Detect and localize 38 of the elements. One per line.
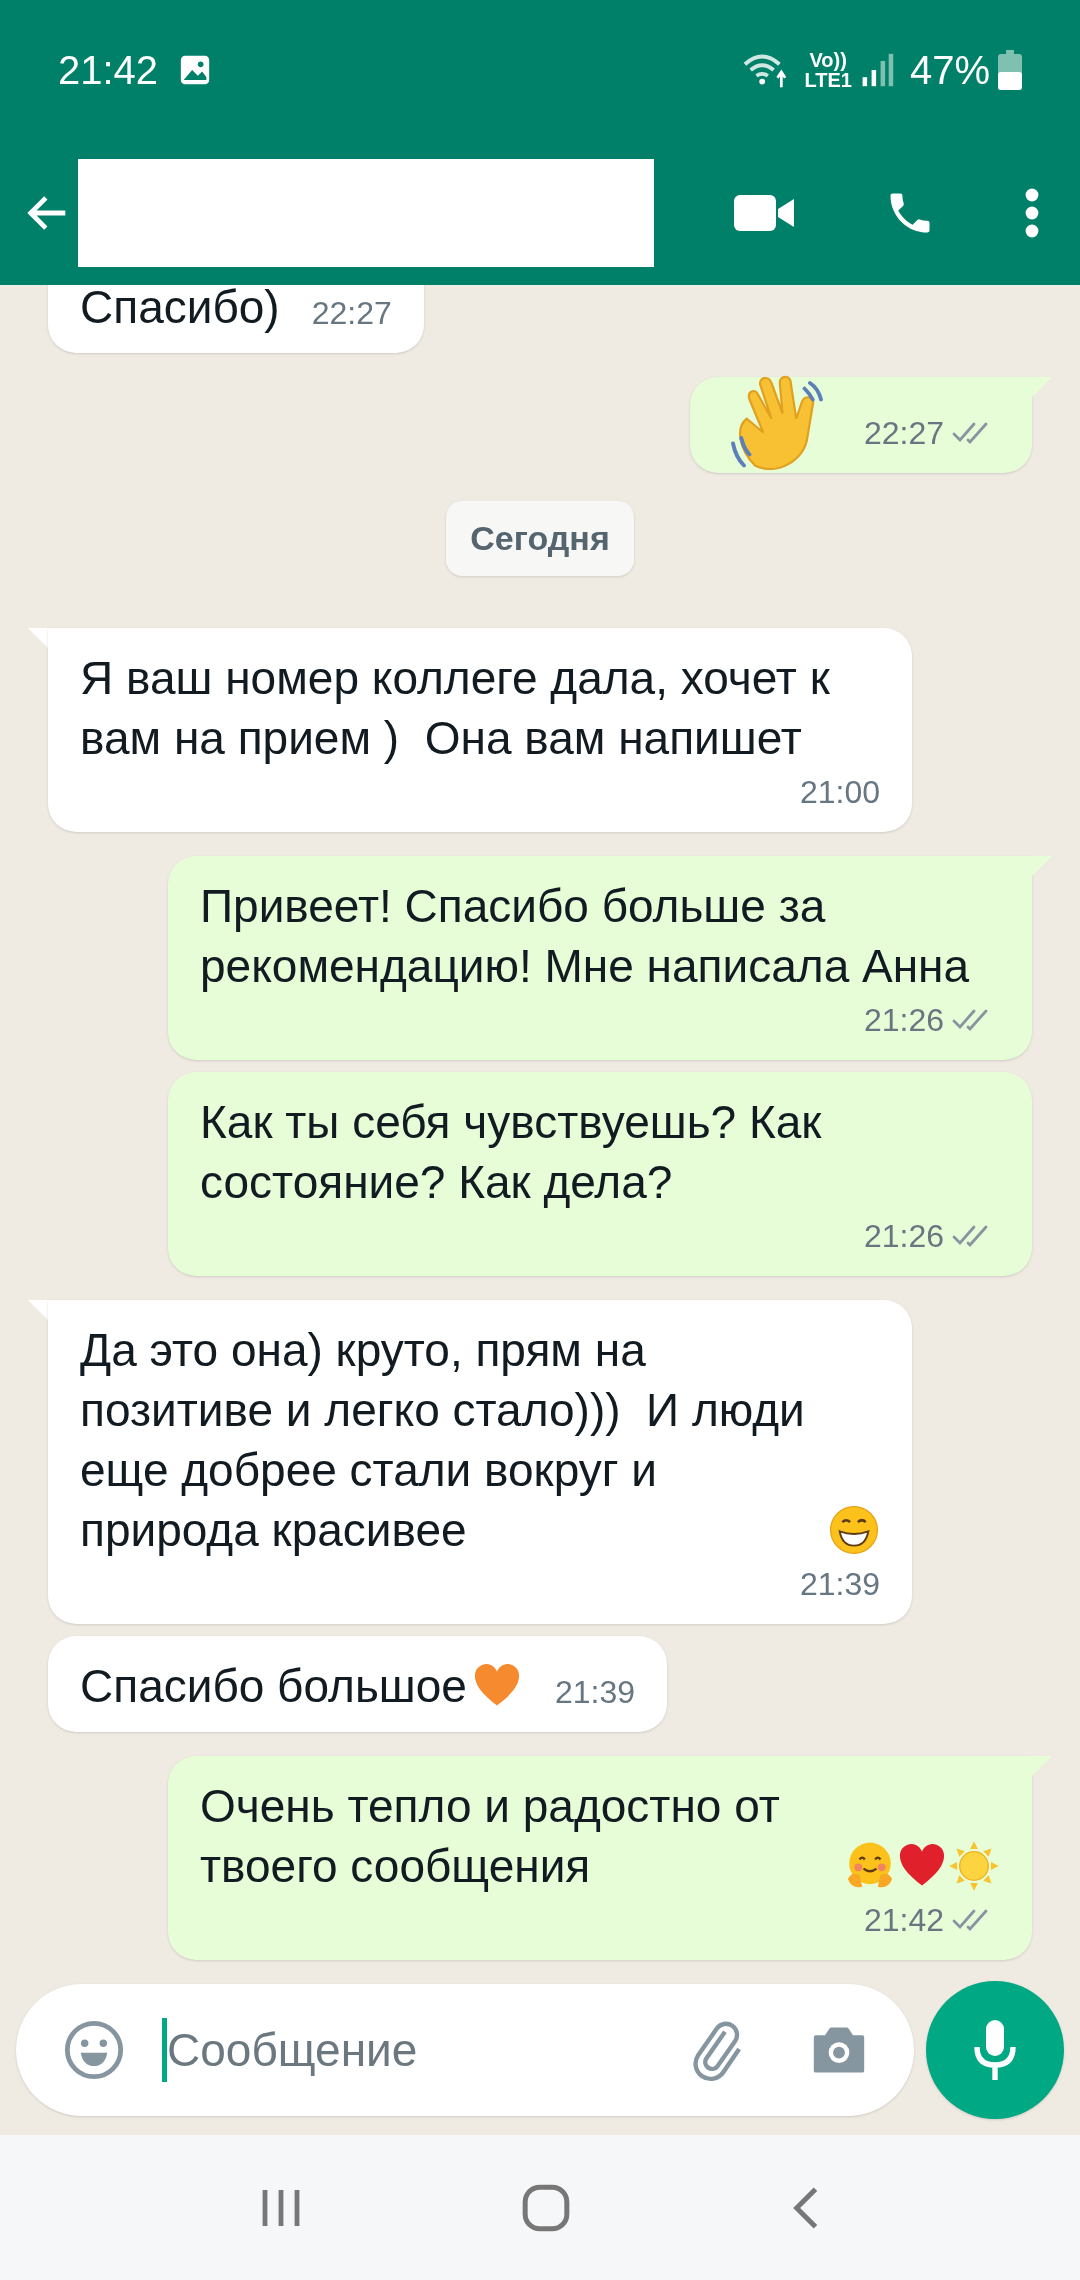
more-options-icon[interactable] [1024,186,1040,239]
message-text: Да это она) круто, прям на позитиве и легко стало))) И люди еще добрее стали вокруг и природа красивее [80,1323,806,1558]
date-chip: Сегодня [446,501,634,576]
message-time: 21:42 [863,1901,944,1940]
incoming-message-bubble[interactable]: Да это она) круто, прям на позитиве и легко стало))) И люди еще добрее стали вокруг и природа красивее 21:39 [48,1300,912,1624]
incoming-message-bubble[interactable]: Спасибо большое 21:39 [48,1636,667,1732]
message-time: 21:26 [863,1217,944,1256]
outgoing-message-bubble[interactable]: Как ты себя чувствуешь? Как состояние? Как дела? 21:26 [168,1072,1032,1276]
video-call-icon[interactable] [734,192,796,233]
message-time: 21:26 [863,1001,944,1040]
battery-icon [998,50,1022,90]
incoming-message-bubble[interactable]: Спасибо) 22:27 [48,285,424,353]
outgoing-message-bubble[interactable]: Привеет! Спасибо больше за рекомендацию! Мне написала Анна 21:26 [168,856,1032,1060]
message-text: Привеет! Спасибо больше за рекомендацию! Мне написала Анна [200,879,971,994]
message-time: 22:27 [863,414,944,453]
message-time: 21:39 [554,1673,635,1712]
sun-icon [948,1840,1000,1892]
volte-label: Vo)) [809,50,847,70]
message-text: Очень тепло и радостно от твоего сообщения [200,1779,781,1894]
lte-label: LTE1 [804,70,852,90]
message-time: 21:00 [799,773,880,812]
message-text: Я ваш номер коллеге дала, хочет к вам на прием ) Она вам напишет [80,651,831,766]
outgoing-message-bubble[interactable]: 22:27 [689,377,1032,473]
grinning-face-icon [828,1504,880,1556]
message-text: Как ты себя чувствуешь? Как состояние? Как дела? [200,1095,823,1210]
emoji-icon[interactable] [62,2018,126,2082]
microphone-icon [971,2017,1019,2083]
home-icon[interactable] [521,2182,571,2233]
message-input[interactable]: Сообщение [167,2015,684,2085]
message-time: 21:39 [799,1565,880,1604]
clock-text: 21:42 [58,47,159,94]
battery-percent: 47% [909,47,990,94]
message-time: 22:27 [311,294,392,333]
message-text: Спасибо большое [80,1659,467,1714]
outgoing-message-bubble[interactable]: Очень тепло и радостно от твоего сообщения 21:42 [168,1756,1032,1960]
incoming-message-bubble[interactable]: Я ваш номер коллеге дала, хочет к вам на прием ) Она вам напишет 21:00 [48,628,912,832]
message-input-field[interactable]: Сообщение [16,1984,914,2116]
message-text: Спасибо) [80,285,280,335]
